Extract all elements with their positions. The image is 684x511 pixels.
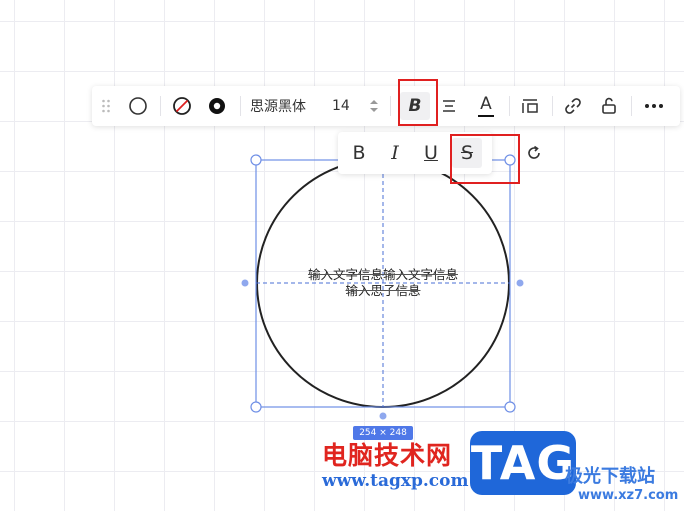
- align-icon: [443, 100, 455, 112]
- font-size-stepper[interactable]: [367, 96, 381, 116]
- resize-handle-bottom-right[interactable]: [504, 401, 516, 413]
- font-size-input[interactable]: 14: [332, 96, 350, 116]
- shape-text[interactable]: 输入文字信息输入文字信息 输入思子信息: [280, 267, 486, 299]
- highlight-box-strikethrough: [450, 134, 520, 184]
- bold-format-icon: B: [352, 142, 366, 164]
- lock-button[interactable]: [597, 94, 621, 118]
- layout-icon: [522, 99, 538, 113]
- italic-icon: I: [391, 142, 399, 164]
- toolbar-divider: [509, 96, 510, 116]
- toolbar-divider: [552, 96, 553, 116]
- stroke-color-button[interactable]: [205, 94, 229, 118]
- layout-button[interactable]: [518, 94, 542, 118]
- font-color-icon: A: [480, 94, 492, 114]
- stroke-color-icon: [209, 98, 225, 114]
- watermark-site2-name: 极光下载站: [565, 466, 655, 487]
- toolbar-divider: [160, 96, 161, 116]
- connector-point-bottom[interactable]: [379, 412, 387, 420]
- toolbar-divider: [390, 96, 391, 116]
- italic-button[interactable]: I: [380, 138, 410, 168]
- connector-point-right[interactable]: [516, 279, 524, 287]
- watermark-url: www.tagxp.com: [322, 471, 469, 491]
- font-color-button[interactable]: A: [474, 92, 498, 120]
- drag-handle-icon: [102, 99, 110, 113]
- rotate-button[interactable]: [524, 143, 544, 163]
- link-icon: [565, 98, 581, 114]
- watermark-site-name: 电脑技术网: [322, 441, 453, 470]
- no-fill-icon: [173, 97, 191, 115]
- shape-text-line-1: 输入文字信息输入文字信息: [307, 267, 458, 282]
- fill-color-button[interactable]: [170, 94, 194, 118]
- shape-type-button[interactable]: [126, 94, 150, 118]
- unlock-icon: [602, 97, 616, 114]
- rotate-icon: [528, 145, 540, 159]
- bold-button[interactable]: B: [344, 138, 374, 168]
- font-family-select[interactable]: 思源黑体: [250, 96, 306, 116]
- highlight-box-text-style: [398, 79, 438, 126]
- shape-text-line-2: 输入思子信息: [345, 283, 421, 298]
- watermark-site2-url: www.xz7.com: [578, 488, 679, 503]
- floating-toolbar: 思源黑体 14 B A: [92, 86, 680, 126]
- watermark-tag-logo: TAG: [470, 431, 576, 495]
- font-color-underline: [478, 115, 494, 117]
- toolbar-divider: [240, 96, 241, 116]
- drag-handle[interactable]: [96, 96, 116, 116]
- align-button[interactable]: [437, 94, 461, 118]
- resize-handle-bottom-left[interactable]: [250, 401, 262, 413]
- connector-point-left[interactable]: [241, 279, 249, 287]
- more-icon: [645, 104, 663, 108]
- toolbar-divider: [631, 96, 632, 116]
- underline-icon: U: [424, 142, 438, 164]
- stepper-icon: [370, 100, 378, 112]
- canvas-shape-layer: [241, 154, 524, 420]
- underline-button[interactable]: U: [416, 138, 446, 168]
- more-button[interactable]: [641, 94, 667, 118]
- link-button[interactable]: [561, 94, 585, 118]
- circle-shape-icon: [129, 97, 147, 115]
- resize-handle-top-left[interactable]: [250, 154, 262, 166]
